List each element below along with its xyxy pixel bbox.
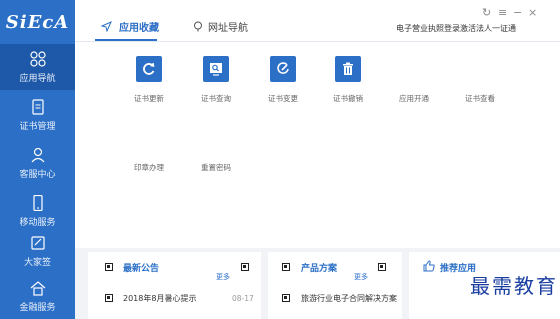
app-label: 证书更新 bbox=[134, 94, 164, 103]
link-business-license-login[interactable]: 电子营业执照登录 bbox=[396, 23, 460, 34]
tab-label: 应用收藏 bbox=[119, 22, 159, 34]
sidebar-item-finance[interactable]: 金融服务 bbox=[0, 273, 75, 319]
phone-icon bbox=[32, 194, 43, 211]
certificate-icon bbox=[31, 98, 44, 115]
send-icon bbox=[101, 20, 112, 32]
app-cert-update-button[interactable] bbox=[136, 56, 162, 82]
app-cert-revoke-button[interactable] bbox=[335, 56, 361, 82]
menu-icon[interactable]: ≡ bbox=[498, 6, 507, 19]
app-label[interactable]: 应用开通 bbox=[384, 93, 444, 104]
refresh-icon bbox=[143, 62, 155, 75]
square-icon bbox=[282, 263, 290, 271]
product-item[interactable]: 旅游行业电子合同解决方案 bbox=[301, 293, 397, 304]
sidebar-item-sign[interactable]: 大家签 bbox=[0, 228, 75, 274]
more-link[interactable]: 更多 bbox=[216, 272, 230, 282]
products-panel: 产品方案 更多 旅游行业电子合同解决方案 bbox=[268, 252, 402, 319]
sidebar-item-service[interactable]: 客服中心 bbox=[0, 140, 75, 186]
square-icon bbox=[378, 263, 386, 271]
app-label: 证书查询 bbox=[201, 94, 231, 103]
app-cert-query-button[interactable] bbox=[203, 56, 229, 82]
square-icon bbox=[105, 263, 113, 271]
sidebar-item-label: 移动服务 bbox=[19, 217, 56, 228]
announcements-panel: 最新公告 更多 2018年8月暑心提示 08-17 bbox=[88, 252, 261, 319]
user-icon bbox=[31, 147, 44, 162]
tab-app-favorites[interactable]: 应用收藏 bbox=[101, 14, 159, 38]
sidebar-item-cert-mgmt[interactable]: 证书管理 bbox=[0, 92, 75, 138]
list-bullet-icon bbox=[282, 294, 290, 302]
sidebar-item-app-nav[interactable]: 应用导航 bbox=[0, 44, 75, 90]
grid-icon bbox=[29, 50, 46, 67]
app-window: SiEcA 应用导航 证书管理 客服中心 移动服务 大家签 金融服务 应用收藏 … bbox=[0, 0, 560, 319]
sign-icon bbox=[30, 235, 45, 250]
panel-title: 产品方案 bbox=[301, 264, 338, 274]
panel-title: 最新公告 bbox=[123, 264, 160, 274]
divider bbox=[75, 41, 560, 42]
close-icon[interactable]: × bbox=[528, 6, 537, 19]
sidebar: SiEcA 应用导航 证书管理 客服中心 移动服务 大家签 金融服务 bbox=[0, 0, 75, 319]
location-icon bbox=[194, 21, 202, 31]
sidebar-item-label: 证书管理 bbox=[19, 121, 56, 132]
sidebar-item-label: 金融服务 bbox=[19, 302, 56, 313]
tab-label: 网址导航 bbox=[208, 22, 248, 34]
search-icon bbox=[210, 63, 222, 76]
square-icon bbox=[241, 263, 249, 271]
announcement-date: 08-17 bbox=[232, 294, 254, 303]
announcement-item[interactable]: 2018年8月暑心提示 bbox=[123, 293, 196, 304]
sidebar-item-label: 客服中心 bbox=[19, 169, 56, 180]
app-label: 证书变更 bbox=[268, 94, 298, 103]
app-label[interactable]: 重置密码 bbox=[186, 162, 246, 173]
thumbs-up-icon bbox=[423, 260, 435, 272]
app-label[interactable]: 印章办理 bbox=[119, 162, 179, 173]
list-bullet-icon bbox=[105, 294, 113, 302]
app-label[interactable]: 证书查看 bbox=[450, 93, 510, 104]
minimize-icon[interactable]: − bbox=[513, 6, 522, 19]
app-label: 证书撤销 bbox=[333, 94, 363, 103]
sidebar-item-label: 应用导航 bbox=[19, 73, 56, 84]
more-link[interactable]: 更多 bbox=[354, 272, 368, 282]
link-activate-legal-person[interactable]: 激活法人一证通 bbox=[460, 23, 516, 34]
watermark-text: 最需教育 bbox=[470, 274, 558, 298]
home-icon bbox=[30, 280, 45, 296]
tab-url-nav[interactable]: 网址导航 bbox=[193, 14, 248, 38]
app-cert-change-button[interactable] bbox=[270, 56, 296, 82]
logo: SiEcA bbox=[5, 11, 70, 33]
trash-icon bbox=[343, 62, 353, 75]
refresh-icon[interactable]: ↻ bbox=[482, 6, 491, 19]
edit-icon bbox=[277, 62, 289, 74]
sidebar-item-label: 大家签 bbox=[23, 257, 51, 268]
